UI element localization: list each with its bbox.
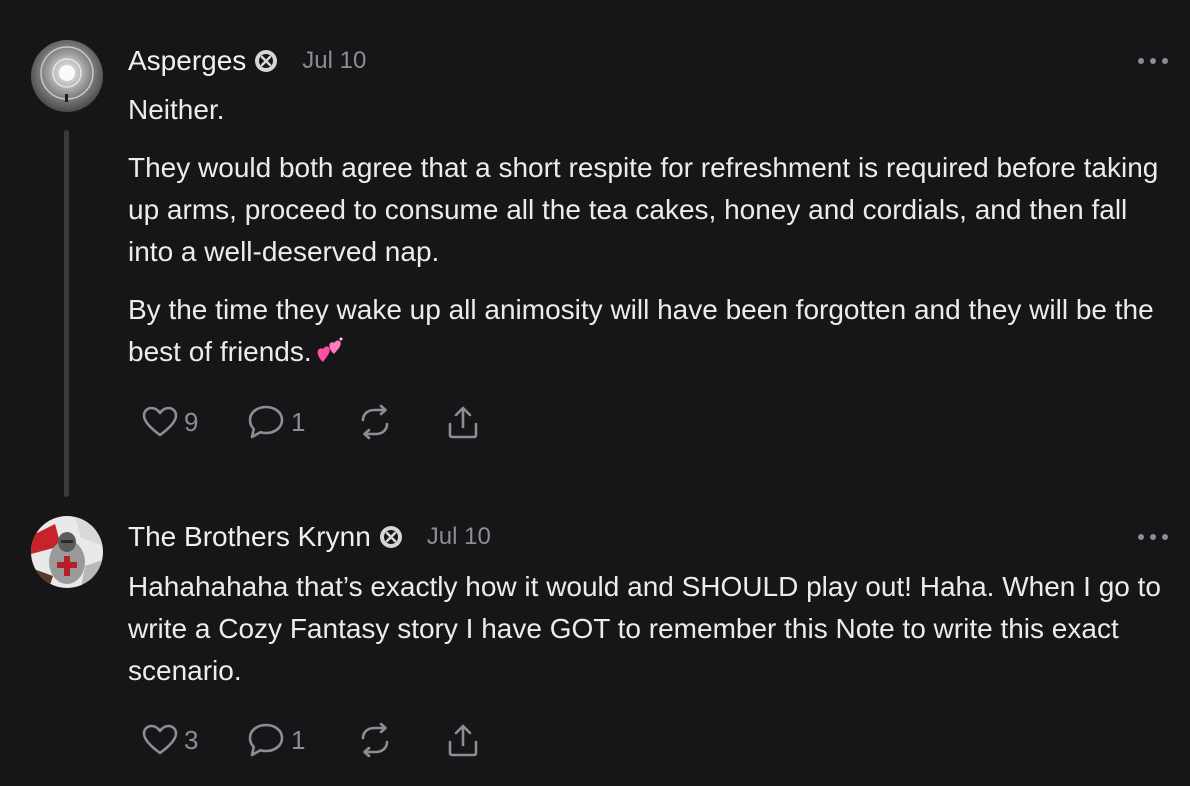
like-button[interactable]: 3 [142,724,247,756]
two-hearts-emoji [316,334,346,362]
dot [1162,58,1168,64]
thread-line [64,130,69,497]
comment-bubble-icon [248,723,284,757]
comment-header: The Brothers Krynn Jul 10 [128,520,491,554]
comment-header: Asperges Jul 10 [128,44,366,78]
heart-icon [142,406,178,437]
share-icon [448,724,478,757]
reply-count: 1 [291,724,306,755]
more-options-icon[interactable] [1138,56,1168,66]
avatar[interactable] [31,40,103,112]
comment-paragraph: By the time they wake up all animosity w… [128,289,1168,373]
restack-icon [361,404,389,440]
comment-paragraph: Neither. [128,94,225,125]
avatar[interactable] [31,516,103,588]
comment-body: Neither. They would both agree that a sh… [128,89,1168,389]
author-name[interactable]: Asperges [128,45,246,77]
comment-date[interactable]: Jul 10 [427,523,491,551]
restack-icon [361,722,389,758]
heart-icon [142,724,178,755]
comment-paragraph: Hahahahaha that’s exactly how it would a… [128,571,1161,686]
reply-button[interactable]: 1 [247,722,357,758]
like-count: 9 [184,406,199,437]
like-count: 3 [184,724,199,755]
dot [1162,534,1168,540]
subscriber-badge-icon [254,49,278,73]
comment-body: Hahahahaha that’s exactly how it would a… [128,566,1168,708]
reply-count: 1 [291,406,306,437]
comment-actions: 9 1 [142,402,481,442]
share-icon [448,406,478,439]
comment-paragraph: They would both agree that a short respi… [128,152,1159,267]
dot [1150,58,1156,64]
comment-date[interactable]: Jul 10 [302,47,366,75]
like-button[interactable]: 9 [142,406,247,438]
comment-paragraph-text: By the time they wake up all animosity w… [128,294,1154,367]
comment-bubble-icon [248,405,284,439]
restack-button[interactable] [357,722,445,758]
share-button[interactable] [445,722,481,758]
dot [1150,534,1156,540]
comment-actions: 3 1 [142,720,481,760]
share-button[interactable] [445,404,481,440]
subscriber-badge-icon [379,525,403,549]
more-options-icon[interactable] [1138,532,1168,542]
author-name[interactable]: The Brothers Krynn [128,521,371,553]
reply-button[interactable]: 1 [247,404,357,440]
restack-button[interactable] [357,404,445,440]
dot [1138,534,1144,540]
dot [1138,58,1144,64]
